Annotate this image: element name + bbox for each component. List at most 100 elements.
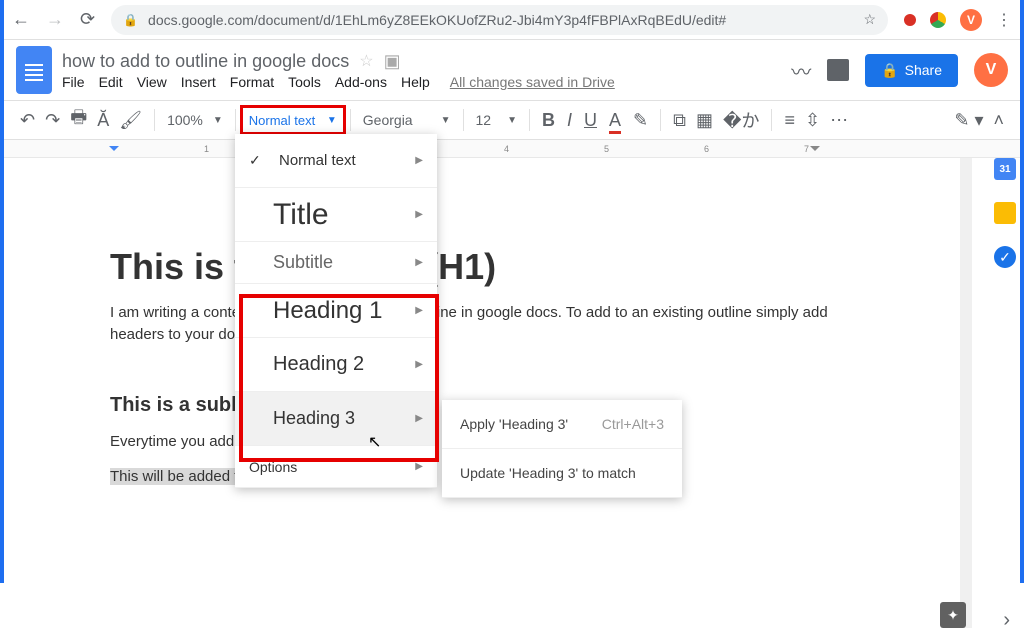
heading3-submenu: Apply 'Heading 3' Ctrl+Alt+3 Update 'Hea… [442, 400, 682, 498]
bold-button[interactable]: B [542, 110, 555, 131]
font-family[interactable]: Georgia [363, 112, 413, 128]
move-folder-icon[interactable]: ▣ [384, 51, 401, 72]
doc-heading1[interactable]: This is the header (H1) [110, 246, 870, 288]
submenu-arrow-icon: ▶ [415, 209, 423, 220]
ruler-tick: 5 [604, 144, 609, 154]
save-status[interactable]: All changes saved in Drive [450, 74, 615, 90]
document-workspace: 31 ✓ › ✦ This is the header (H1) I am wr… [4, 158, 1020, 638]
submenu-arrow-icon: ▶ [415, 359, 423, 370]
ruler-tick: 4 [504, 144, 509, 154]
indent-marker-right[interactable] [810, 146, 820, 156]
check-icon: ✓ [249, 152, 261, 169]
reload-icon[interactable]: ⟳ [80, 9, 95, 30]
style-option-heading3[interactable]: Heading 3 ▶ [235, 392, 437, 446]
more-toolbar-icon[interactable]: ⋯ [830, 110, 848, 131]
style-selected-label: Normal text [249, 113, 315, 128]
menu-bar: File Edit View Insert Format Tools Add-o… [62, 74, 781, 90]
editing-mode-button[interactable]: ✎ ▾ [954, 110, 983, 131]
menu-view[interactable]: View [137, 74, 167, 90]
kebab-menu-icon[interactable]: ⋮ [996, 10, 1012, 30]
update-label: Update 'Heading 3' to match [460, 465, 636, 481]
highlight-button[interactable]: ✎ [633, 110, 648, 131]
share-button[interactable]: 🔒 Share [865, 54, 958, 87]
menu-help[interactable]: Help [401, 74, 430, 90]
browser-toolbar: ← → ⟳ 🔒 docs.google.com/document/d/1EhLm… [4, 0, 1020, 40]
explore-button[interactable]: ✦ [940, 602, 966, 628]
ruler-tick: 6 [704, 144, 709, 154]
style-option-heading1[interactable]: Heading 1 ▶ [235, 284, 437, 338]
extension-recorder-icon[interactable] [904, 14, 916, 26]
italic-button[interactable]: I [567, 110, 572, 131]
line-spacing-button[interactable]: ⇳ [805, 110, 820, 131]
shortcut-label: Ctrl+Alt+3 [602, 416, 664, 432]
redo-icon[interactable]: ↷ [45, 110, 60, 131]
chevron-down-icon: ▼ [327, 115, 337, 126]
back-icon[interactable]: ← [12, 9, 30, 30]
submenu-arrow-icon: ▶ [415, 305, 423, 316]
chevron-down-icon[interactable]: ▼ [213, 115, 223, 126]
lock-icon: 🔒 [123, 13, 138, 27]
paragraph-styles-menu: ✓ Normal text ▶ Title ▶ Subtitle ▶ Headi… [235, 134, 437, 488]
submenu-arrow-icon: ▶ [415, 461, 423, 472]
url-bar[interactable]: 🔒 docs.google.com/document/d/1EhLm6yZ8EE… [111, 5, 888, 35]
side-panel-dock: 31 ✓ [994, 158, 1016, 268]
submenu-arrow-icon: ▶ [415, 155, 423, 166]
star-document-icon[interactable]: ☆ [359, 51, 373, 71]
star-icon[interactable]: ☆ [863, 11, 876, 28]
calendar-icon[interactable]: 31 [994, 158, 1016, 180]
account-avatar[interactable]: V [974, 53, 1008, 87]
submenu-arrow-icon: ▶ [415, 257, 423, 268]
docs-header: how to add to outline in google docs ☆ ▣… [4, 40, 1020, 94]
menu-insert[interactable]: Insert [181, 74, 216, 90]
insert-link-icon[interactable]: ⧉ [673, 110, 686, 131]
insert-image-icon[interactable]: �か [723, 107, 759, 133]
horizontal-ruler[interactable]: 1 2 3 4 5 6 7 [4, 140, 1020, 158]
style-option-title[interactable]: Title ▶ [235, 188, 437, 242]
underline-button[interactable]: U [584, 110, 597, 131]
keep-icon[interactable] [994, 202, 1016, 224]
docs-logo-icon[interactable] [16, 46, 52, 94]
extension-colorwheel-icon[interactable] [930, 12, 946, 28]
paragraph-style-selector[interactable]: Normal text ▼ [240, 105, 346, 135]
document-title[interactable]: how to add to outline in google docs [62, 51, 349, 72]
text-color-button[interactable]: A [609, 110, 621, 131]
style-option-subtitle[interactable]: Subtitle ▶ [235, 242, 437, 284]
print-icon[interactable]: 🖶 [70, 105, 87, 135]
style-options[interactable]: Options ▶ [235, 446, 437, 488]
font-size[interactable]: 12 [476, 112, 492, 128]
insert-comment-icon[interactable]: ▦ [696, 110, 713, 131]
menu-tools[interactable]: Tools [288, 74, 321, 90]
menu-format[interactable]: Format [230, 74, 274, 90]
forward-icon[interactable]: → [46, 9, 64, 30]
spellcheck-icon[interactable]: Ă [97, 110, 109, 131]
menu-edit[interactable]: Edit [99, 74, 123, 90]
activity-icon[interactable]: 〰 [791, 56, 811, 85]
paint-format-icon[interactable]: 🖌 [119, 110, 142, 131]
apply-heading3[interactable]: Apply 'Heading 3' Ctrl+Alt+3 [442, 400, 682, 449]
expand-side-panel-icon[interactable]: › [1003, 609, 1010, 632]
apply-label: Apply 'Heading 3' [460, 416, 568, 432]
comments-icon[interactable] [827, 59, 849, 81]
tasks-icon[interactable]: ✓ [994, 246, 1016, 268]
doc-paragraph[interactable]: I am writing a content to teach how to a… [110, 302, 870, 346]
chevron-down-icon[interactable]: ▼ [507, 115, 517, 126]
indent-marker-left[interactable] [109, 146, 119, 156]
share-label: Share [905, 62, 942, 78]
update-heading3[interactable]: Update 'Heading 3' to match [442, 449, 682, 498]
menu-file[interactable]: File [62, 74, 85, 90]
vertical-scrollbar[interactable] [960, 158, 972, 628]
submenu-arrow-icon: ▶ [415, 413, 423, 424]
undo-icon[interactable]: ↶ [20, 110, 35, 131]
zoom-value[interactable]: 100% [167, 112, 203, 128]
menu-addons[interactable]: Add-ons [335, 74, 387, 90]
ruler-tick: 7 [804, 144, 809, 154]
style-option-normal[interactable]: ✓ Normal text ▶ [235, 134, 437, 188]
format-toolbar: ↶ ↷ 🖶 Ă 🖌 100% ▼ Normal text ▼ Georgia ▼… [4, 100, 1020, 140]
ruler-tick: 1 [204, 144, 209, 154]
url-text: docs.google.com/document/d/1EhLm6yZ8EEkO… [148, 12, 726, 28]
chevron-down-icon[interactable]: ▼ [441, 115, 451, 126]
style-option-heading2[interactable]: Heading 2 ▶ [235, 338, 437, 392]
align-button[interactable]: ≡ [784, 110, 795, 131]
collapse-toolbar-icon[interactable]: ˄ [993, 110, 1004, 131]
profile-avatar[interactable]: V [960, 9, 982, 31]
